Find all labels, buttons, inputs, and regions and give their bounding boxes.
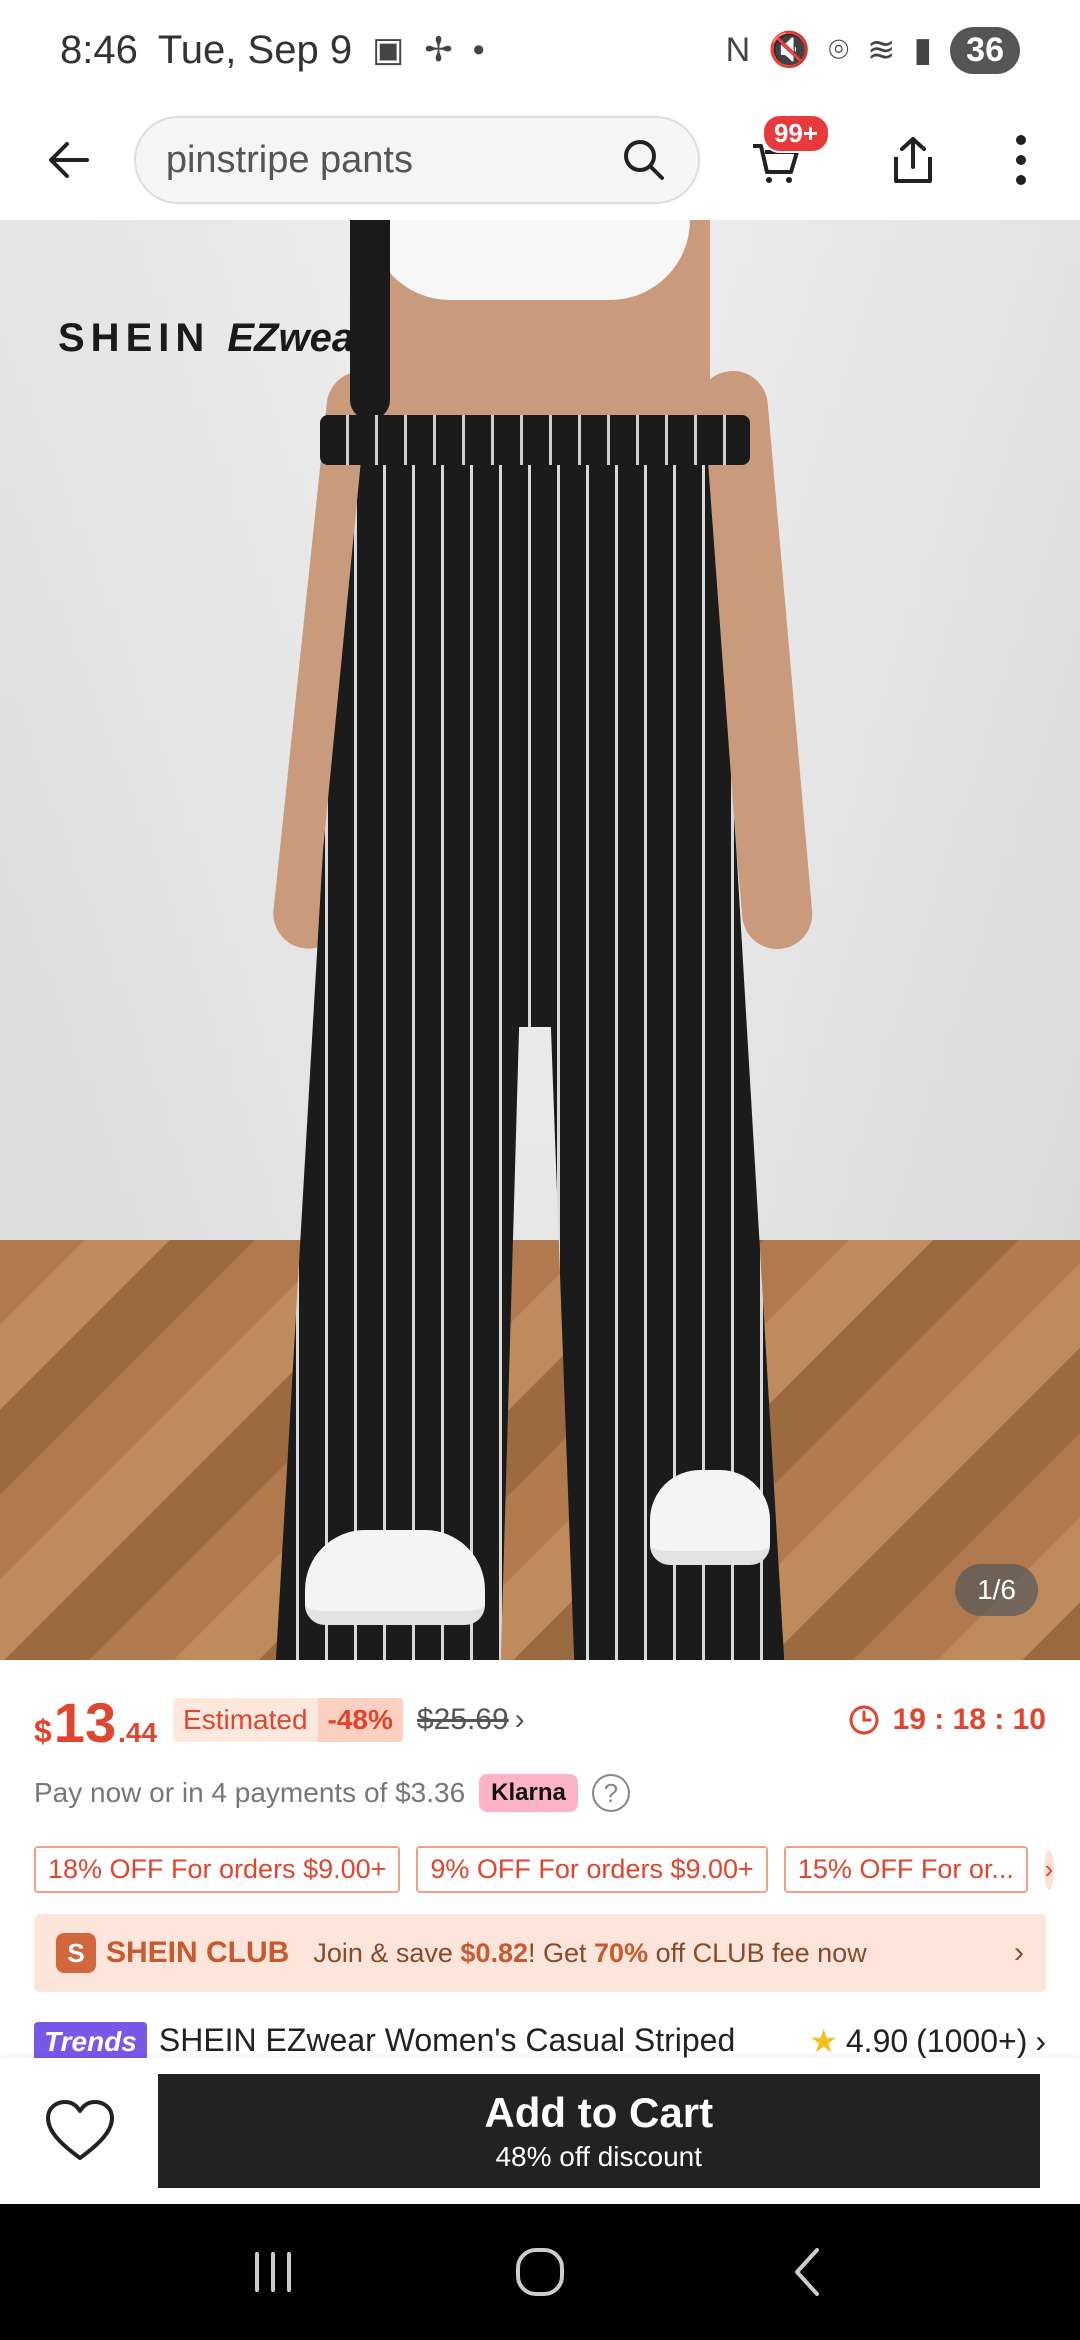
- home-icon: [515, 2248, 564, 2296]
- coupon-tag[interactable]: 18% OFF For orders $9.00+: [34, 1846, 401, 1893]
- search-input[interactable]: pinstripe pants: [166, 139, 620, 182]
- cart-button[interactable]: 99+: [736, 114, 831, 200]
- installment-text: Pay now or in 4 payments of $3.36: [34, 1777, 466, 1808]
- status-bar: 8:46 Tue, Sep 9 ▣ ✢ • N 🔇 ⌾ ≋ ▮ 36: [0, 0, 1080, 100]
- recent-apps-button[interactable]: [228, 2227, 318, 2317]
- brand-logo: SHEIN EZwear: [58, 316, 370, 361]
- discount-percent: -48%: [317, 1698, 403, 1742]
- wifi-icon: ≋: [866, 31, 896, 69]
- discount-note: 48% off discount: [495, 2141, 702, 2172]
- mute-icon: 🔇: [768, 31, 811, 69]
- model-crop-top: [370, 220, 690, 300]
- pinwheel-icon: ✢: [424, 31, 453, 69]
- club-off-pct: 70%: [594, 1937, 649, 1968]
- sneaker-left: [305, 1530, 485, 1625]
- search-bar[interactable]: pinstripe pants: [133, 116, 700, 204]
- share-icon: [893, 137, 932, 183]
- system-nav-bar: [0, 2204, 1080, 2340]
- coupon-tag[interactable]: 9% OFF For orders $9.00+: [416, 1846, 768, 1893]
- club-name: SHEIN CLUB: [106, 1936, 290, 1969]
- price-currency: $: [34, 1713, 52, 1749]
- countdown-value: 19 : 18 : 10: [892, 1703, 1046, 1736]
- brand-name: SHEIN: [58, 316, 211, 360]
- product-title-row: Trends SHEIN EZwear Women's Casual Strip…: [34, 2022, 1046, 2058]
- rating-value: 4.90: [845, 2022, 909, 2059]
- product-title: SHEIN EZwear Women's Casual Striped: [158, 2022, 736, 2058]
- club-logo-icon: S: [56, 1933, 96, 1973]
- klarna-badge: Klarna: [479, 1774, 578, 1812]
- search-icon[interactable]: [620, 136, 668, 184]
- status-date: Tue, Sep 9: [157, 27, 353, 72]
- header: pinstripe pants 99+: [0, 100, 1080, 220]
- back-button[interactable]: [30, 120, 108, 200]
- star-icon: ★: [809, 2023, 838, 2058]
- club-description: Join & save $0.82! Get 70% off CLUB fee …: [313, 1937, 867, 1968]
- coupon-tag[interactable]: 15% OFF For or...: [783, 1846, 1028, 1893]
- home-button[interactable]: [495, 2227, 585, 2317]
- battery-indicator: 36: [950, 26, 1020, 74]
- original-price[interactable]: $25.69: [417, 1703, 509, 1737]
- wood-floor: [0, 1240, 1080, 1660]
- status-time: 8:46: [60, 27, 138, 72]
- price-row: $ 13 .44 Estimated -48% $25.69 › 19 : 18…: [34, 1690, 1046, 1754]
- recent-apps-icon: [255, 2252, 292, 2292]
- chevron-right-icon[interactable]: ›: [515, 1703, 525, 1737]
- sneaker-right: [650, 1470, 770, 1565]
- status-left: 8:46 Tue, Sep 9 ▣ ✢ •: [60, 28, 485, 73]
- add-to-cart-button[interactable]: Add to Cart 48% off discount: [157, 2074, 1040, 2188]
- shein-club-banner[interactable]: S SHEIN CLUB Join & save $0.82! Get 70% …: [34, 1914, 1046, 1992]
- estimated-badge: Estimated -48%: [173, 1698, 403, 1742]
- share-button[interactable]: [874, 120, 952, 200]
- trends-badge: Trends: [34, 2022, 147, 2058]
- rating-count: (1000+): [916, 2022, 1028, 2059]
- status-right: N 🔇 ⌾ ≋ ▮ 36: [725, 26, 1020, 74]
- product-image-carousel[interactable]: SHEIN EZwear 1/6: [0, 220, 1080, 1660]
- club-save-amount: $0.82: [460, 1937, 528, 1968]
- back-arrow-icon: [48, 142, 89, 178]
- signal-icon: ▮: [913, 31, 933, 69]
- chevron-right-icon: ›: [1014, 1936, 1024, 1969]
- nfc-icon: N: [725, 30, 751, 69]
- bottom-action-bar: Add to Cart 48% off discount: [0, 2058, 1080, 2204]
- coupon-more-chevron-icon[interactable]: ›: [1043, 1849, 1054, 1890]
- brand-sub: EZwear: [227, 316, 370, 360]
- add-to-cart-label: Add to Cart: [484, 2089, 714, 2136]
- estimated-label: Estimated: [183, 1704, 308, 1735]
- location-icon: ⌾: [828, 30, 849, 69]
- pants-waistband: [320, 415, 750, 465]
- clock-icon: [849, 1705, 879, 1735]
- screenshot-icon: ▣: [372, 31, 405, 69]
- image-counter: 1/6: [955, 1564, 1038, 1616]
- help-icon[interactable]: ?: [591, 1774, 630, 1812]
- more-vertical-icon: [1015, 135, 1026, 185]
- chevron-left-icon: [794, 2248, 819, 2296]
- chevron-right-icon: ›: [1035, 2022, 1046, 2059]
- coupon-row: 18% OFF For orders $9.00+ 9% OFF For ord…: [34, 1846, 1054, 1893]
- price-whole: 13: [53, 1691, 117, 1754]
- wishlist-button[interactable]: [40, 2091, 120, 2171]
- more-options-button[interactable]: [992, 120, 1050, 200]
- rating[interactable]: ★ 4.90 (1000+) ›: [809, 2022, 1046, 2059]
- countdown-timer: 19 : 18 : 10: [847, 1703, 1046, 1737]
- price-cents: .44: [118, 1717, 158, 1748]
- heart-icon: [45, 2100, 114, 2160]
- cart-badge: 99+: [761, 114, 831, 153]
- installment-row: Pay now or in 4 payments of $3.36 Klarna…: [34, 1774, 630, 1812]
- system-back-button[interactable]: [762, 2227, 852, 2317]
- dot-icon: •: [472, 30, 485, 69]
